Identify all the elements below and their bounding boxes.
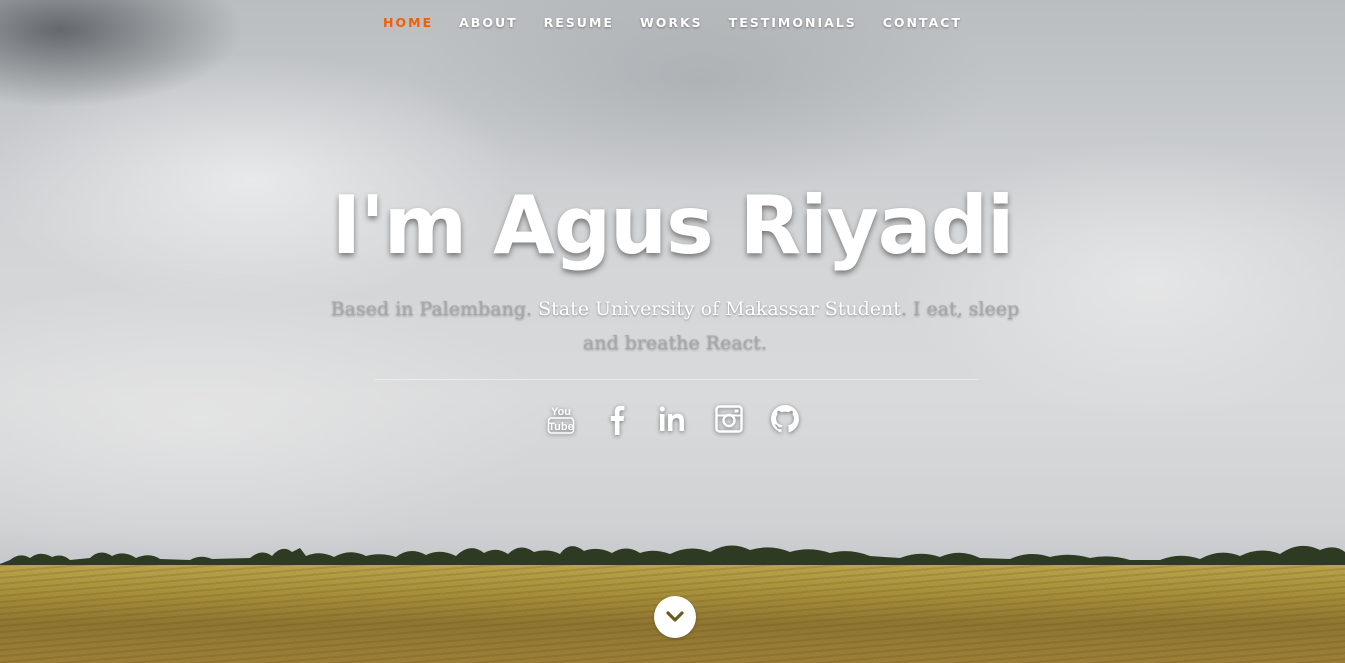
instagram-icon[interactable] <box>712 401 746 437</box>
nav-contact[interactable]: CONTACT <box>870 14 975 32</box>
linkedin-icon[interactable] <box>656 401 690 437</box>
nav-resume[interactable]: RESUME <box>531 14 627 32</box>
scroll-down-button[interactable] <box>654 596 696 638</box>
nav-testimonials[interactable]: TESTIMONIALS <box>716 14 870 32</box>
hero-divider <box>375 379 978 380</box>
tagline-university: State University of Makassar Student <box>538 298 901 320</box>
youtube-icon[interactable]: You Tube <box>544 401 578 437</box>
svg-text:You: You <box>551 406 571 418</box>
nav-works[interactable]: WORKS <box>627 14 716 32</box>
hero-headline: I'm Agus Riyadi <box>331 179 1015 272</box>
github-icon[interactable] <box>768 401 802 437</box>
svg-text:Tube: Tube <box>548 421 573 433</box>
nav-home[interactable]: HOME <box>370 14 446 32</box>
chevron-down-icon <box>666 611 684 622</box>
main-nav: HOME ABOUT RESUME WORKS TESTIMONIALS CON… <box>0 14 1345 32</box>
facebook-icon[interactable] <box>600 401 634 437</box>
nav-about[interactable]: ABOUT <box>446 14 531 32</box>
hero-tagline: Based in Palembang. State University of … <box>325 292 1025 360</box>
tagline-part1: Based in Palembang. <box>330 298 539 320</box>
social-links: You Tube <box>0 401 1345 437</box>
